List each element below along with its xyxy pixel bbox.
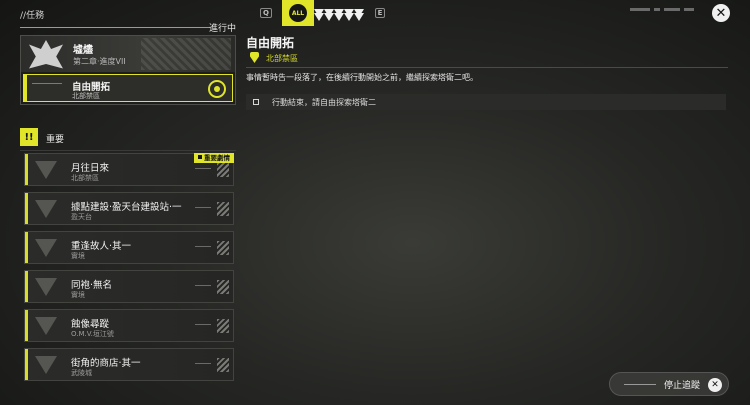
quest-stripe-icon: [217, 241, 229, 255]
section-title: 重要: [46, 135, 65, 145]
filter-tab-7[interactable]: E: [364, 0, 396, 26]
quest-accent-bar: [25, 310, 28, 341]
quest-accent-bar: [25, 349, 28, 380]
quest-accent-bar: [25, 193, 28, 224]
quest-dash: [195, 363, 211, 364]
quest-stripe-icon: [217, 280, 229, 294]
side-story-filter-icon: [324, 13, 334, 21]
quest-stripe-icon: [217, 358, 229, 372]
location-pin-icon: [250, 52, 259, 63]
quest-type-icon: [35, 239, 57, 257]
quest-dash: [195, 207, 211, 208]
objective-row: 行動結束，請自由探索塔衛二: [246, 94, 726, 110]
quest-title: 據點建設‧盈天台建設站‧一: [71, 202, 182, 213]
objective-checkbox-icon: [253, 99, 259, 105]
quest-list-item[interactable]: 重逢故人‧其一 實境: [24, 231, 234, 264]
filter-tab-2[interactable]: [314, 9, 324, 21]
quest-accent-bar: [25, 271, 28, 302]
in-progress-label: 進行中: [208, 24, 236, 34]
quest-accent-bar: [25, 154, 28, 185]
event-filter-icon: [354, 13, 364, 21]
e-key-hint: E: [374, 8, 386, 18]
filter-tab-3[interactable]: [324, 9, 334, 21]
quest-type-icon: [35, 317, 57, 335]
quest-dash: [195, 324, 211, 325]
daily-filter-icon: [344, 13, 354, 21]
quest-location: O.M.V.垣江號: [71, 330, 114, 338]
close-icon: ✕: [708, 378, 722, 392]
group-title: 墟燼: [73, 45, 93, 56]
quest-type-icon: [35, 356, 57, 374]
section-divider: [20, 150, 236, 151]
main-story-filter-icon: [314, 13, 324, 21]
minimap-indicator: [630, 8, 700, 18]
quest-group-card[interactable]: 墟燼 第二章‧進度VII 自由開拓 北部禁區: [20, 35, 236, 105]
quest-stripe-icon: [217, 202, 229, 216]
chapter-emblem-icon: [29, 40, 63, 69]
quest-title: 街角的商店‧其一: [71, 358, 141, 369]
quest-type-icon: [35, 200, 57, 218]
important-badge-icon: !!: [20, 128, 38, 146]
quest-list-item[interactable]: 街角的商店‧其一 武陵城: [24, 348, 234, 381]
breadcrumb: //任務: [20, 11, 45, 21]
detail-description: 事情暫時告一段落了，在後續行動開始之前，繼續探索塔衛二吧。: [246, 73, 478, 82]
quest-list: 月往日來 北部禁區 重要劇情 據點建設‧盈天台建設站‧一 盈天台 重逢故人‧其一 實境 同袍‧…: [24, 153, 234, 387]
quest-accent-bar: [25, 232, 28, 263]
quest-list-item[interactable]: 月往日來 北部禁區 重要劇情: [24, 153, 234, 186]
selected-quest-location: 北部禁區: [72, 92, 100, 100]
in-progress-header: 進行中: [20, 22, 236, 34]
detail-location-name: 北部禁區: [266, 54, 298, 63]
chapter-art: [141, 38, 231, 70]
selected-quest[interactable]: 自由開拓 北部禁區: [23, 74, 233, 102]
filter-tabs: Q ALL E: [250, 0, 396, 26]
selected-bar: [24, 75, 27, 101]
quest-dash: [195, 285, 211, 286]
all-filter-icon: ALL: [289, 4, 307, 22]
quest-title: 同袍‧無名: [71, 280, 113, 291]
quest-location: 盈天台: [71, 213, 92, 221]
quest-type-icon: [32, 83, 62, 93]
quest-location: 北部禁區: [71, 174, 99, 182]
quest-list-item[interactable]: 蝕像尋蹤 O.M.V.垣江號: [24, 309, 234, 342]
quest-list-item[interactable]: 據點建設‧盈天台建設站‧一 盈天台: [24, 192, 234, 225]
quest-stripe-icon: [217, 163, 229, 177]
filter-tab-6[interactable]: [354, 9, 364, 21]
quest-location: 武陵城: [71, 369, 92, 377]
quest-stripe-icon: [217, 319, 229, 333]
quest-title: 月往日來: [71, 163, 110, 174]
button-line: [624, 384, 656, 385]
q-key-hint: Q: [260, 8, 272, 18]
quest-title: 重逢故人‧其一: [71, 241, 132, 252]
quest-list-item[interactable]: 同袍‧無名 實境: [24, 270, 234, 303]
tracking-icon[interactable]: [208, 80, 226, 98]
quest-location: 實境: [71, 252, 85, 260]
filter-tab-1[interactable]: ALL: [282, 0, 314, 26]
quest-type-icon: [35, 278, 57, 296]
tag-square-icon: [198, 155, 202, 159]
stop-tracking-label: 停止追蹤: [664, 381, 701, 391]
stop-tracking-button[interactable]: 停止追蹤 ✕: [609, 372, 729, 396]
quest-tag: 重要劇情: [194, 153, 234, 163]
quest-location: 實境: [71, 291, 85, 299]
quest-dash: [195, 168, 211, 169]
quest-title: 蝕像尋蹤: [71, 319, 110, 330]
close-icon[interactable]: ✕: [712, 4, 730, 22]
objective-text: 行動結束，請自由探索塔衛二: [272, 98, 376, 107]
exploration-filter-icon: [334, 13, 344, 21]
group-subtitle: 第二章‧進度VII: [73, 57, 126, 66]
quest-tag-label: 重要劇情: [204, 154, 230, 162]
filter-tab-0[interactable]: Q: [250, 0, 282, 26]
filter-tab-5[interactable]: [344, 9, 354, 21]
detail-divider: [246, 67, 728, 68]
quest-dash: [195, 246, 211, 247]
filter-tab-4[interactable]: [334, 9, 344, 21]
quest-type-icon: [35, 161, 57, 179]
detail-title: 自由開拓: [246, 36, 295, 50]
